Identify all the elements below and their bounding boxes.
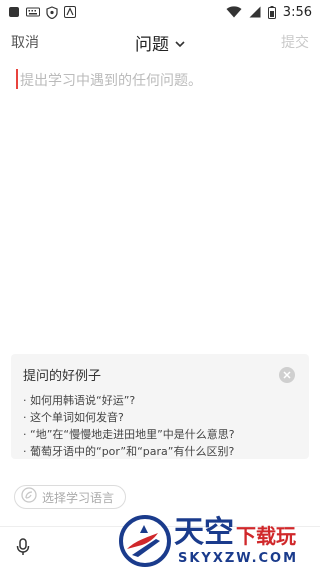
cancel-button[interactable]: 取消 bbox=[11, 32, 39, 52]
example-item: · “地”在“慢慢地走进田地里”中是什么意思? bbox=[23, 428, 235, 441]
battery-icon bbox=[267, 5, 276, 19]
watermark-url: SKYXZW.COM bbox=[178, 551, 299, 566]
watermark-title: 天空 下载玩 bbox=[174, 517, 296, 549]
text-cursor bbox=[16, 69, 18, 89]
shield-icon bbox=[46, 5, 58, 19]
app-square-icon bbox=[8, 6, 20, 18]
examples-card: 提问的好例子 · 如何用韩语说“好运”? · 这个单词如何发音? · “地”在“… bbox=[11, 354, 309, 459]
language-icon bbox=[21, 487, 37, 507]
question-input[interactable]: 提出学习中遇到的任何问题。 bbox=[0, 60, 320, 350]
watermark-small-text: 下载玩 bbox=[236, 524, 296, 548]
select-language-label: 选择学习语言 bbox=[42, 490, 115, 505]
watermark: 天空 下载玩 SKYXZW.COM bbox=[118, 512, 308, 569]
examples-card-title: 提问的好例子 bbox=[23, 369, 102, 384]
question-placeholder: 提出学习中遇到的任何问题。 bbox=[20, 73, 202, 89]
example-item: · 葡萄牙语中的“por”和“para”有什么区别? bbox=[23, 445, 235, 458]
example-item: · 如何用韩语说“好运”? bbox=[23, 394, 136, 407]
microphone-icon[interactable] bbox=[16, 538, 30, 560]
keyboard-icon bbox=[26, 7, 40, 17]
a-icon bbox=[64, 6, 76, 18]
status-bar: 3:56 bbox=[0, 0, 320, 24]
page-title[interactable]: 问题 bbox=[135, 30, 169, 55]
example-item: · 这个单词如何发音? bbox=[23, 411, 124, 424]
top-bar: 取消 问题 提交 bbox=[0, 24, 320, 60]
close-icon[interactable] bbox=[279, 367, 295, 383]
submit-button[interactable]: 提交 bbox=[281, 32, 309, 52]
watermark-big-text: 天空 bbox=[174, 515, 234, 550]
title-dropdown: 问题 bbox=[0, 30, 320, 55]
signal-icon bbox=[249, 6, 261, 18]
chevron-down-icon[interactable] bbox=[175, 33, 185, 52]
watermark-logo-icon bbox=[118, 515, 172, 571]
status-time: 3:56 bbox=[282, 4, 312, 20]
wifi-icon bbox=[226, 6, 242, 18]
select-language-button[interactable]: 选择学习语言 bbox=[14, 485, 126, 509]
